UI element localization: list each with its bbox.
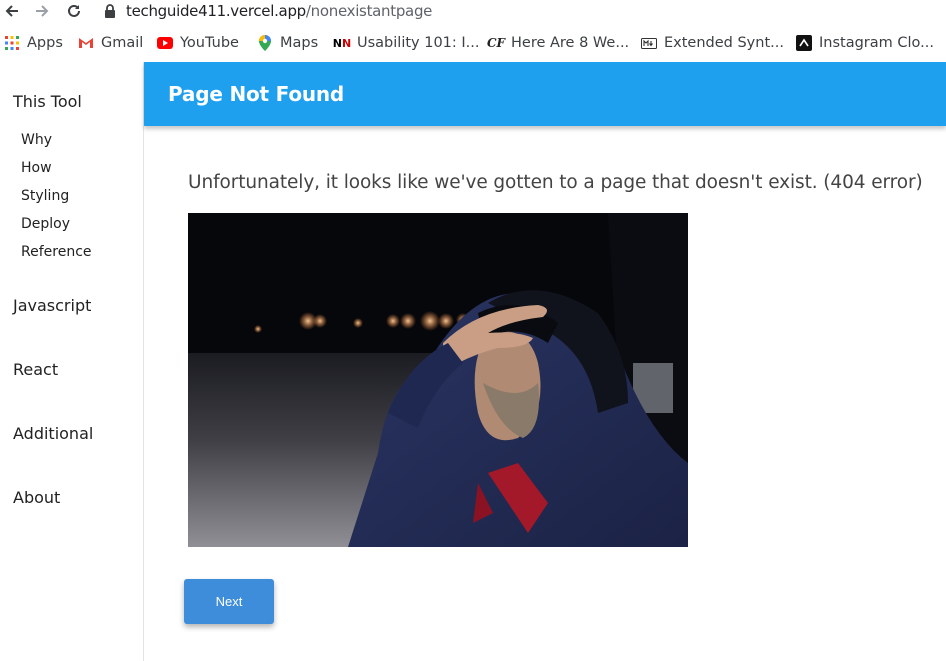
youtube-icon [157, 35, 173, 51]
sidebar-section-additional[interactable]: Additional [13, 424, 93, 443]
not-found-message: Unfortunately, it looks like we've gotte… [188, 172, 923, 193]
page-title: Page Not Found [168, 82, 345, 106]
sidebar-section-about[interactable]: About [13, 488, 60, 507]
sidebar-item-styling[interactable]: Styling [21, 188, 69, 204]
sidebar-section-react[interactable]: React [13, 360, 58, 379]
lock-icon [104, 4, 116, 18]
bookmark-gmail[interactable]: Gmail [78, 30, 143, 56]
not-found-photo [188, 213, 688, 547]
next-button[interactable]: Next [184, 579, 274, 624]
browser-toolbar: techguide411.vercel.app/nonexistantpage [0, 0, 946, 24]
url-path: /nonexistantpage [305, 2, 433, 20]
bookmark-label: Extended Synt... [664, 35, 784, 51]
bookmark-label: Usability 101: I... [357, 35, 480, 51]
bookmark-usability[interactable]: NN Usability 101: I... [332, 30, 480, 56]
back-arrow-icon[interactable] [0, 0, 24, 22]
bookmark-cf[interactable]: CF Here Are 8 We... [486, 30, 630, 56]
bookmark-youtube[interactable]: YouTube [157, 30, 239, 56]
gmail-icon [78, 35, 94, 51]
bookmark-label: Here Are 8 We... [511, 35, 630, 51]
bookmark-markdown[interactable]: Extended Synt... [641, 30, 784, 56]
forward-arrow-icon[interactable] [30, 0, 54, 22]
sidebar-item-deploy[interactable]: Deploy [21, 216, 70, 232]
maps-icon [257, 35, 273, 51]
page-header: Page Not Found [144, 62, 946, 126]
hooded-man-image [188, 213, 688, 547]
bookmark-label: Instagram Clo... [819, 35, 934, 51]
bookmark-label: Maps [280, 35, 319, 51]
instagram-clone-icon [796, 35, 812, 51]
reload-icon[interactable] [62, 0, 86, 22]
address-bar[interactable]: techguide411.vercel.app/nonexistantpage [104, 0, 432, 22]
bookmark-instagram-clone[interactable]: Instagram Clo... [796, 30, 934, 56]
sidebar-section-this-tool[interactable]: This Tool [13, 92, 82, 111]
sidebar-item-why[interactable]: Why [21, 132, 52, 148]
sidebar-section-javascript[interactable]: Javascript [13, 296, 91, 315]
nn-icon: NN [332, 36, 352, 50]
sidebar-item-reference[interactable]: Reference [21, 244, 92, 260]
bookmark-label: Gmail [101, 35, 144, 51]
bookmark-label: YouTube [180, 35, 239, 51]
cf-icon: CF [486, 36, 506, 50]
url-domain: techguide411.vercel.app [126, 2, 306, 20]
bookmarks-bar: Apps Gmail YouTube Maps NN Usability 101… [0, 30, 946, 56]
sidebar: This Tool Why How Styling Deploy Referen… [0, 62, 144, 661]
bookmark-maps[interactable]: Maps [257, 30, 318, 56]
bookmark-apps[interactable]: Apps [4, 30, 63, 56]
bookmark-label: Apps [27, 35, 63, 51]
markdown-icon [641, 35, 657, 51]
apps-grid-icon [4, 35, 20, 51]
sidebar-item-how[interactable]: How [21, 160, 52, 176]
